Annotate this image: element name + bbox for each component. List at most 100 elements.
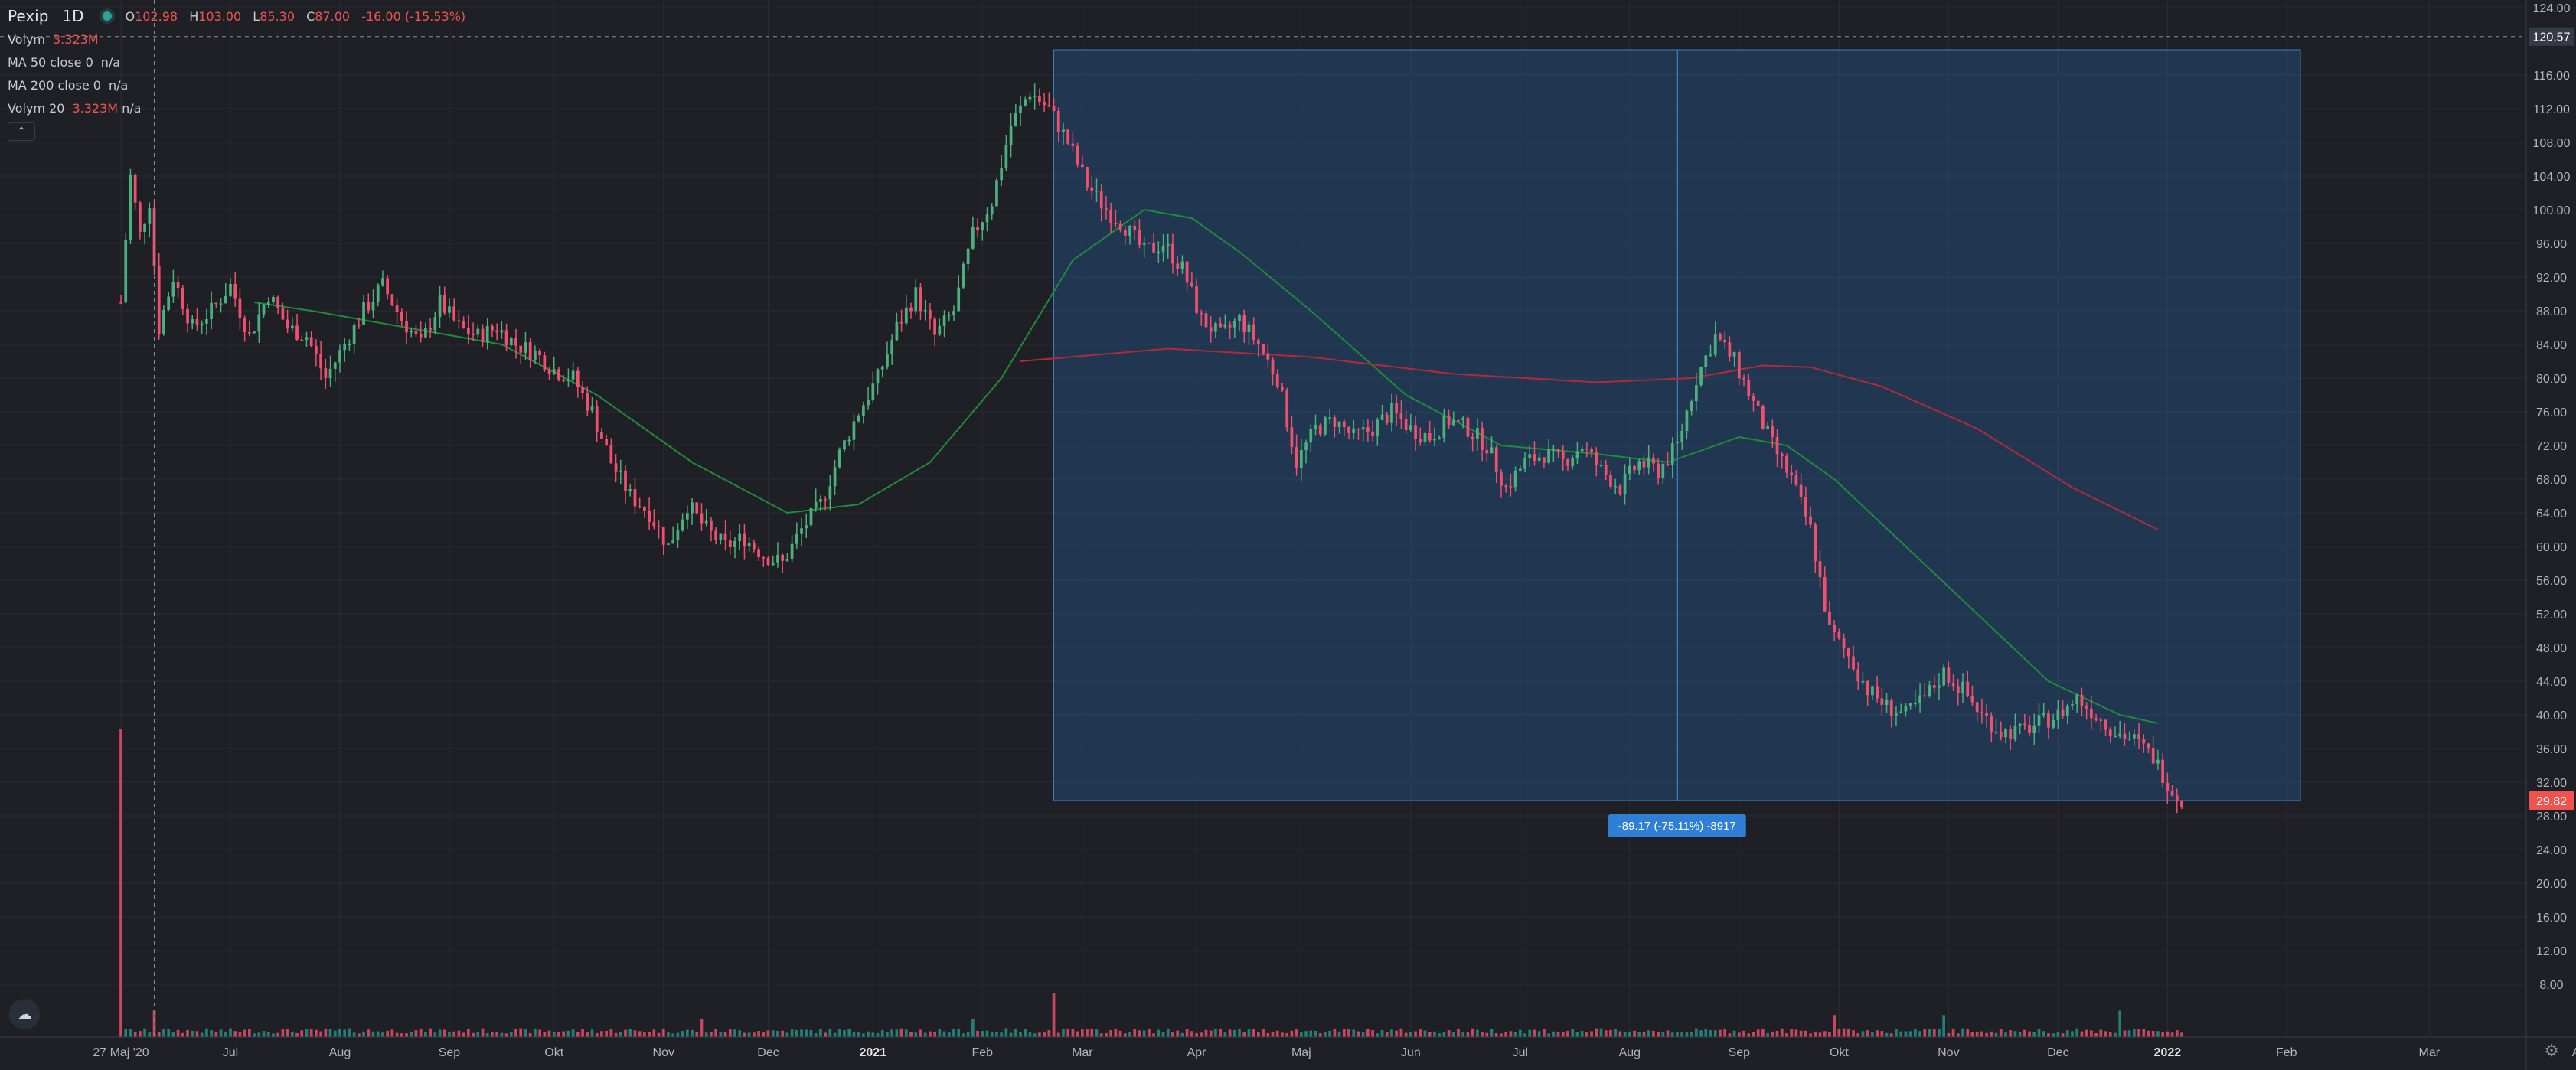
candle-body	[1423, 432, 1427, 442]
volume-bar	[1766, 1032, 1769, 1037]
volume-bar	[576, 1032, 580, 1037]
candle-body	[1161, 246, 1165, 252]
volume-bar	[253, 1033, 256, 1037]
indicator-value: 3.323M	[53, 31, 99, 47]
volume-bar	[1076, 1031, 1079, 1037]
candle-body	[1281, 387, 1284, 391]
timeframe[interactable]: 1D	[62, 7, 83, 25]
volume-bar	[1913, 1029, 1917, 1037]
candle-body	[1404, 419, 1408, 431]
time-axis-label: Apr	[1187, 1046, 1207, 1059]
candle-body	[648, 511, 651, 523]
volume-bar	[281, 1029, 285, 1037]
volume-bar	[1290, 1030, 1294, 1037]
volume-bar	[1500, 1033, 1503, 1037]
volume-bar	[667, 1032, 670, 1037]
indicator-volume[interactable]: Volym 3.323M	[8, 28, 473, 51]
volume-bar	[643, 1032, 646, 1037]
candle-body	[1056, 110, 1060, 132]
volume-bar	[1376, 1033, 1379, 1037]
candle-body	[1494, 447, 1498, 473]
volume-bar	[1513, 1032, 1517, 1037]
volume-bar	[923, 1032, 927, 1037]
volume-bar	[2009, 1030, 2013, 1037]
volume-bar	[1856, 1033, 1860, 1037]
volume-bar	[257, 1032, 261, 1037]
candle-body	[133, 174, 137, 203]
chevron-up-icon[interactable]: ⌃	[8, 122, 35, 141]
candle-body	[719, 533, 723, 540]
volume-bar	[1347, 1029, 1350, 1037]
candle-body	[448, 306, 451, 313]
price-axis-label: 92.00	[2536, 272, 2567, 285]
volume-bar	[2023, 1029, 2026, 1037]
candle-body	[667, 543, 670, 545]
candle-body	[1895, 713, 1898, 716]
candle-body	[157, 266, 161, 334]
candle-body	[376, 285, 380, 302]
volume-bar	[886, 1032, 889, 1037]
indicator-ma50[interactable]: MA 50 close 0 n/a	[8, 51, 473, 73]
indicator-ma200[interactable]: MA 200 close 0 n/a	[8, 73, 473, 96]
candle-body	[1114, 223, 1118, 224]
candle-body	[661, 527, 665, 545]
candle-body	[753, 543, 756, 550]
volume-bar	[633, 1030, 637, 1037]
price-axis-label: 72.00	[2536, 440, 2567, 453]
volume-bar	[691, 1029, 694, 1037]
candle-body	[1228, 324, 1232, 328]
price-axis-label: 8.00	[2539, 979, 2563, 992]
candle-body	[1461, 417, 1465, 421]
volume-bar	[2094, 1032, 2098, 1037]
candle-body	[176, 282, 180, 289]
candle-body	[947, 315, 951, 316]
volume-bar	[1380, 1029, 1384, 1037]
volume-bar	[1966, 1029, 1970, 1037]
candle-body	[595, 406, 599, 432]
candle-body	[500, 330, 504, 333]
volume-bar	[814, 1033, 818, 1037]
volume-bar	[1262, 1029, 1265, 1037]
volume-bar	[1580, 1031, 1584, 1037]
volume-bar	[1447, 1029, 1451, 1037]
volume-bar	[1866, 1030, 1869, 1037]
candle-body	[1604, 465, 1608, 475]
volume-bar	[300, 1030, 304, 1037]
volume-bar	[524, 1029, 527, 1037]
price-axis-label: 28.00	[2536, 811, 2567, 824]
time-axis-label: Aug	[329, 1046, 351, 1059]
volume-bar	[1752, 1032, 1755, 1037]
volume-bar	[837, 1029, 841, 1037]
candle-body	[429, 328, 432, 331]
symbol-name[interactable]: Pexip	[8, 7, 48, 25]
volume-bar	[2180, 1032, 2183, 1037]
volume-bar	[981, 1030, 984, 1037]
volume-bar	[528, 1032, 532, 1037]
gear-icon[interactable]: ⚙	[2544, 1042, 2559, 1061]
volume-bar	[200, 1032, 204, 1037]
volume-bar	[238, 1032, 242, 1037]
volume-bar	[976, 1031, 979, 1037]
volume-bar	[534, 1028, 537, 1037]
candle-body	[919, 287, 922, 312]
tradingview-logo-icon[interactable]: ☁	[9, 999, 40, 1029]
indicator-volume20[interactable]: Volym 20 3.323M n/a	[8, 96, 473, 119]
candle-body	[1324, 417, 1327, 435]
candle-body	[2080, 694, 2084, 706]
open-value: 102.98	[135, 8, 178, 24]
volume-bar	[671, 1033, 675, 1037]
candle-body	[971, 227, 975, 249]
candle-body	[1442, 415, 1446, 438]
candle-body	[1095, 191, 1099, 192]
candle-body	[1723, 339, 1727, 343]
candle-body	[371, 302, 375, 311]
volume-bar	[590, 1029, 594, 1037]
volume-bar	[652, 1029, 656, 1037]
candle-body	[671, 540, 675, 544]
volume-bar	[710, 1032, 713, 1037]
volume-bar	[962, 1033, 965, 1037]
volume-bar	[262, 1031, 266, 1037]
price-chart[interactable]: 27 Maj '20 Jul Aug Sep Okt Nov Dec 2021 Feb Mar Ap…	[0, 0, 2576, 1070]
volume-bar	[1814, 1031, 1817, 1037]
volume-bar	[305, 1029, 309, 1037]
